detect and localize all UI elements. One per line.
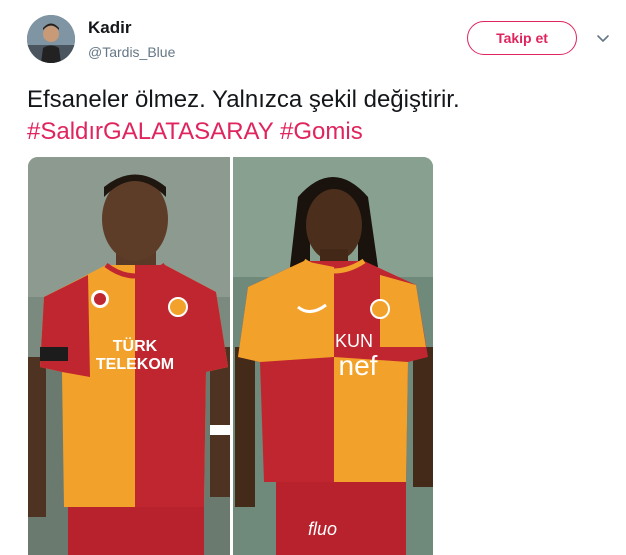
display-name[interactable]: Kadir: [88, 18, 131, 38]
tweet-hashtags: #SaldırGALATASARAY #Gomis: [27, 116, 607, 148]
tweet-text: Efsaneler ölmez. Yalnızca şekil değiştir…: [27, 84, 607, 148]
follow-button[interactable]: Takip et: [467, 21, 577, 55]
tweet-body: Efsaneler ölmez. Yalnızca şekil değiştir…: [27, 86, 460, 113]
hashtag-gomis[interactable]: #Gomis: [280, 118, 363, 145]
user-handle[interactable]: @Tardis_Blue: [88, 44, 175, 60]
avatar-image: [27, 15, 75, 63]
right-photo: KUN nef fluo: [233, 157, 433, 555]
chevron-down-icon[interactable]: [595, 30, 611, 46]
tweet-media[interactable]: TÜRK TELEKOM KUN nef fluo: [28, 157, 433, 555]
right-sponsor-line1: KUN: [335, 331, 373, 351]
right-shorts-text: fluo: [308, 519, 337, 539]
left-sponsor-line1: TÜRK: [113, 336, 158, 355]
left-photo: TÜRK TELEKOM: [28, 157, 232, 555]
left-sponsor-line2: TELEKOM: [96, 356, 174, 373]
user-avatar[interactable]: [27, 15, 75, 63]
hashtag-saldir-galatasaray[interactable]: #SaldırGALATASARAY: [27, 118, 273, 145]
right-sponsor-line2: nef: [339, 350, 378, 381]
